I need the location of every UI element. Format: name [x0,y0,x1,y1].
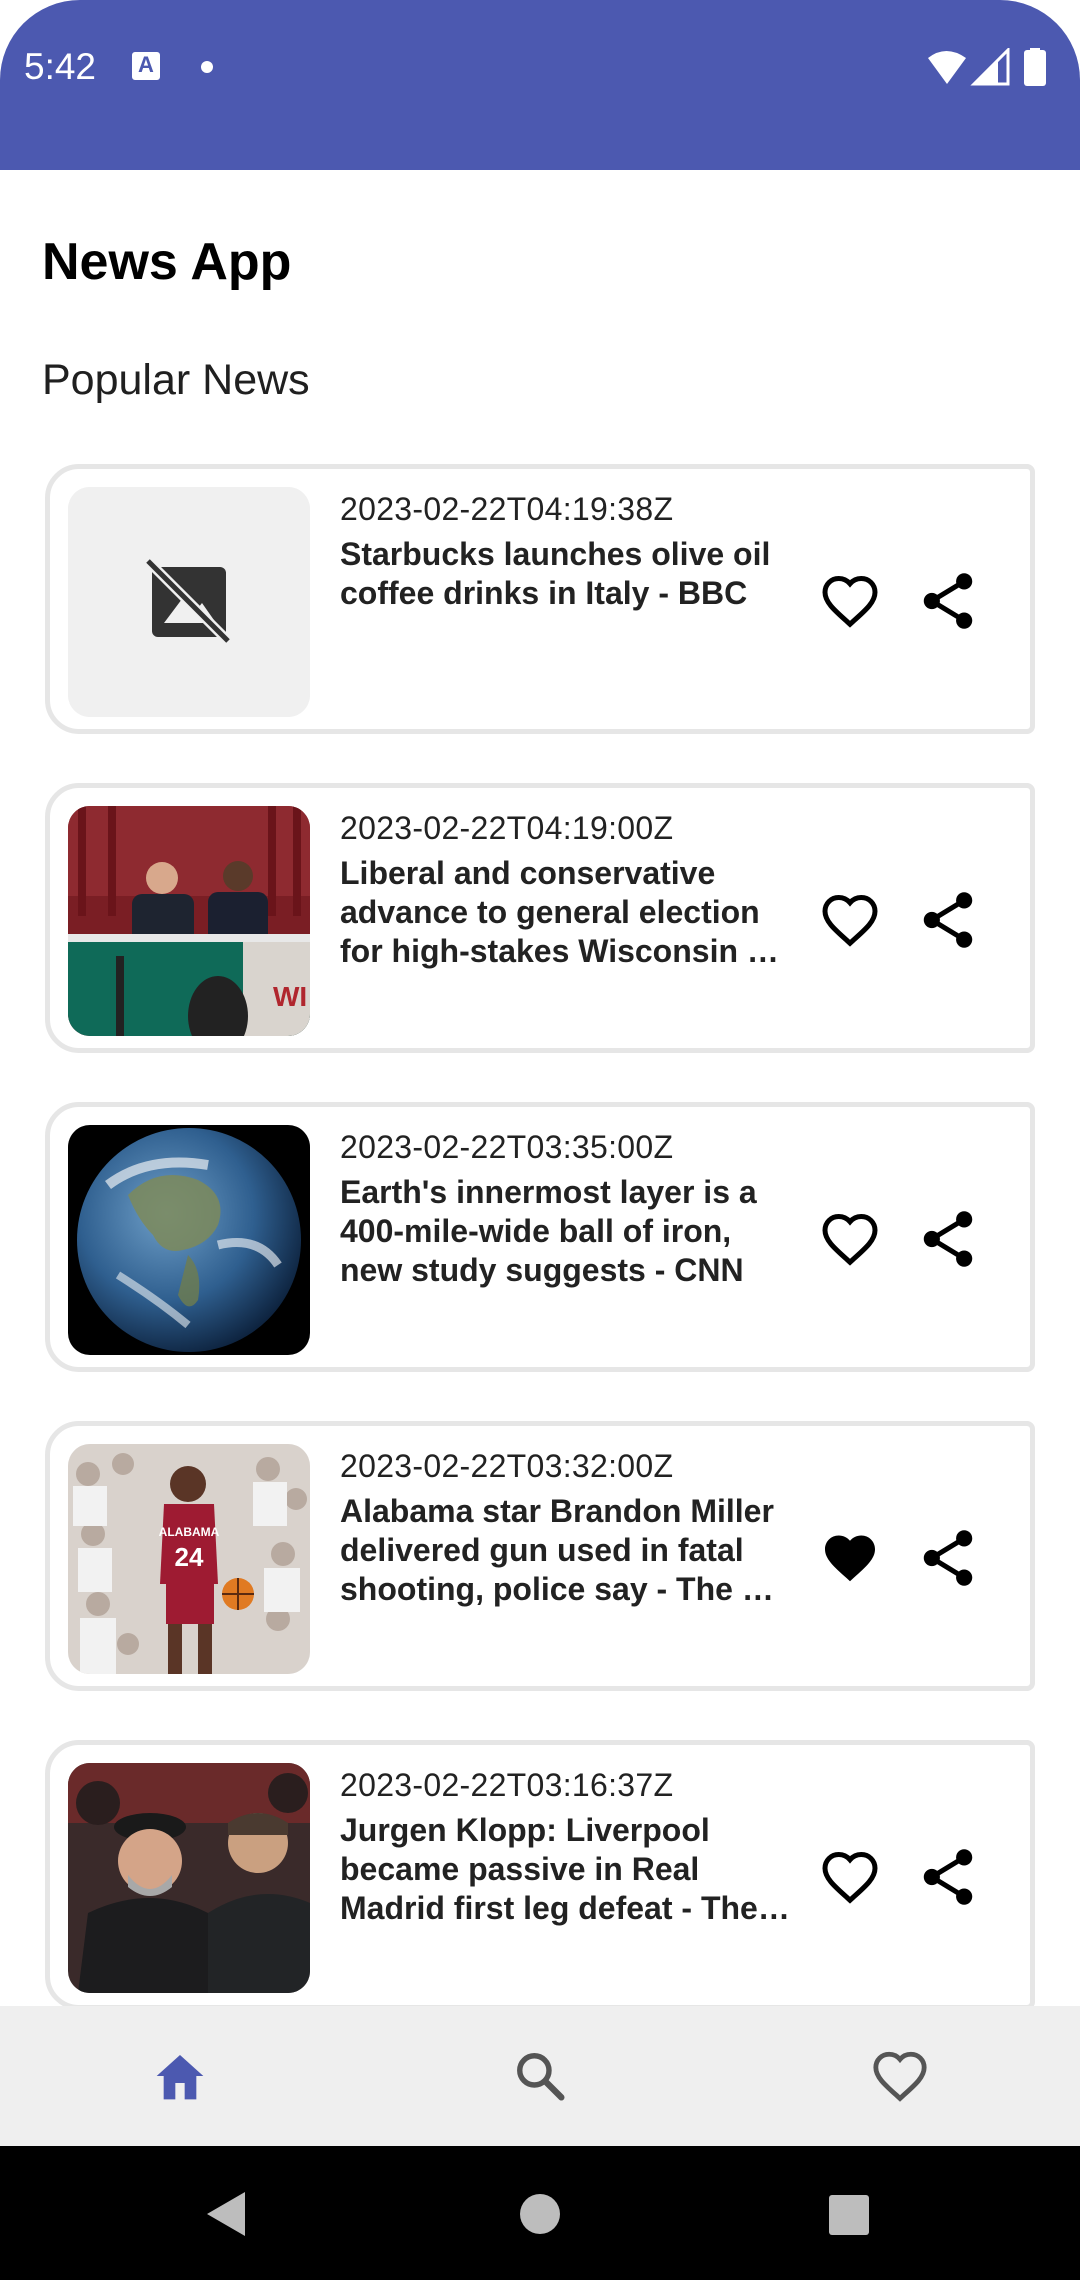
news-card[interactable]: 2023-02-22T04:19:38Z Starbucks launches … [45,464,1035,734]
heart-outline-icon [822,575,878,628]
favorite-button[interactable] [820,892,880,948]
share-button[interactable] [920,571,976,631]
news-list[interactable]: News App Popular News 2023-02-22T04:19:3… [0,0,1080,2006]
heart-outline-icon [822,894,878,947]
home-icon [156,2055,204,2100]
home-circle-icon[interactable] [520,2194,560,2234]
app-title: News App [42,233,292,291]
favorite-button[interactable] [820,573,880,629]
article-date: 2023-02-22T04:19:38Z [340,491,674,527]
jersey-text: ALABAMA [159,1525,220,1539]
heart-outline-icon [822,1213,878,1266]
share-button[interactable] [920,890,976,950]
football-coach-image [68,1763,310,1993]
share-icon [923,892,973,948]
section-title: Popular News [42,356,310,404]
back-icon[interactable] [207,2192,245,2236]
favorite-button[interactable] [820,1849,880,1905]
heart-icon [873,2051,927,2102]
search-icon [517,2053,565,2101]
article-date: 2023-02-22T04:19:00Z [340,810,674,846]
nav-favorites-button[interactable] [860,2036,940,2116]
news-card[interactable]: ALABAMA 24 2023-02-22T03:32:00Z Alabama … [45,1421,1035,1691]
svg-text:24: 24 [175,1542,204,1572]
nav-home-button[interactable] [140,2036,220,2116]
heart-outline-icon [822,1851,878,1904]
article-date: 2023-02-22T03:16:37Z [340,1767,674,1803]
bottom-navigation [0,2006,1080,2146]
article-thumbnail: ALABAMA 24 [68,1444,310,1674]
broken-image-icon [68,487,310,717]
article-thumbnail: WI [68,806,310,1036]
nav-search-button[interactable] [500,2036,580,2116]
system-navigation-bar [0,2146,1080,2280]
debate-panel-image: WI [68,806,310,1036]
article-title[interactable]: Liberal and conservative advance to gene… [340,854,792,971]
article-title[interactable]: Earth's innermost layer is a 400-mile-wi… [340,1173,792,1290]
news-card[interactable]: WI 2023-02-22T04:19:00Z Liberal and cons… [45,783,1035,1053]
share-button[interactable] [920,1528,976,1588]
basketball-player-image: ALABAMA 24 [68,1444,310,1674]
share-icon [923,1211,973,1267]
news-card[interactable]: 2023-02-22T03:35:00Z Earth's innermost l… [45,1102,1035,1372]
article-thumbnail [68,1125,310,1355]
favorite-button[interactable] [820,1211,880,1267]
article-date: 2023-02-22T03:32:00Z [340,1448,674,1484]
news-card[interactable]: 2023-02-22T03:16:37Z Jurgen Klopp: Liver… [45,1740,1035,2006]
heart-filled-icon [825,1535,875,1582]
svg-text:WI: WI [273,981,307,1012]
earth-globe-image [68,1125,310,1355]
share-button[interactable] [920,1847,976,1907]
favorite-button-active[interactable] [820,1530,880,1586]
share-button[interactable] [920,1209,976,1269]
article-date: 2023-02-22T03:35:00Z [340,1129,674,1165]
share-icon [923,1849,973,1905]
article-thumbnail [68,487,310,717]
recents-icon[interactable] [829,2195,869,2235]
share-icon [923,1530,973,1586]
share-icon [923,573,973,629]
article-title[interactable]: Starbucks launches olive oil coffee drin… [340,535,792,613]
article-title[interactable]: Jurgen Klopp: Liverpool became passive i… [340,1811,792,1928]
article-thumbnail [68,1763,310,1993]
article-title[interactable]: Alabama star Brandon Miller delivered gu… [340,1492,792,1609]
